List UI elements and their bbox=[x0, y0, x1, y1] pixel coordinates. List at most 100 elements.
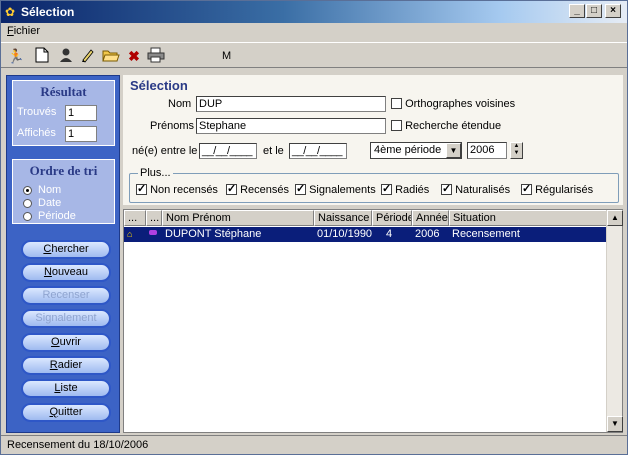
col-header-periode[interactable]: Période bbox=[372, 210, 412, 226]
cell-annee: 2006 bbox=[415, 228, 440, 240]
open-folder-icon[interactable] bbox=[102, 47, 120, 65]
quitter-label: uitter bbox=[58, 406, 83, 418]
menu-fichier-label: ichier bbox=[13, 25, 41, 37]
naturalises-label: Naturalisés bbox=[455, 184, 511, 196]
selection-title: Sélection bbox=[130, 78, 188, 93]
toolbar-label-m[interactable]: M bbox=[222, 50, 231, 62]
col-header-flag2[interactable]: ... bbox=[146, 210, 162, 226]
menu-bar: Fichier bbox=[1, 23, 627, 40]
vertical-scrollbar[interactable]: ▲ ▼ bbox=[606, 210, 623, 432]
radier-button[interactable]: Radier bbox=[21, 356, 111, 375]
trouves-label: Trouvés bbox=[17, 106, 57, 118]
nom-input[interactable]: DUP bbox=[196, 96, 386, 112]
sort-option-periode[interactable]: Période bbox=[23, 210, 76, 222]
naturalises-checkbox[interactable] bbox=[441, 182, 452, 195]
orthographes-checkbox[interactable] bbox=[391, 98, 402, 109]
cell-naissance: 01/10/1990 bbox=[317, 228, 372, 240]
regularises-row[interactable]: Régularisés bbox=[521, 182, 593, 196]
recherche-checkbox[interactable] bbox=[391, 120, 402, 131]
recenses-label: Recensés bbox=[240, 184, 289, 196]
periode-select[interactable]: 4ème période ▼ bbox=[370, 142, 462, 159]
recenser-label: Recenser bbox=[42, 289, 90, 301]
table-row[interactable]: ⌂ DUPONT Stéphane 01/10/1990 4 2006 Rece… bbox=[124, 227, 607, 242]
col-header-naissance[interactable]: Naissance bbox=[314, 210, 372, 226]
scroll-down-icon[interactable]: ▼ bbox=[607, 416, 623, 432]
menu-fichier-mnemonic: F bbox=[7, 25, 14, 37]
chercher-button[interactable]: Chercher bbox=[21, 240, 111, 259]
liste-label: iste bbox=[60, 382, 78, 394]
date-to-input[interactable]: __/__/____ bbox=[289, 143, 347, 159]
radio-nom[interactable] bbox=[23, 185, 32, 195]
affiches-field[interactable]: 1 bbox=[65, 126, 97, 142]
orthographes-checkbox-row[interactable]: Orthographes voisines bbox=[391, 98, 515, 110]
annee-input[interactable]: 2006 bbox=[467, 142, 507, 159]
toolbar: 🏃 ✖ M bbox=[1, 42, 627, 68]
selection-panel: Sélection Nom DUP Prénoms Stephane Ortho… bbox=[123, 75, 623, 205]
person-icon[interactable] bbox=[57, 47, 75, 65]
minimize-button[interactable]: _ bbox=[569, 4, 585, 18]
date-from-input[interactable]: __/__/____ bbox=[199, 143, 257, 159]
spin-up-icon[interactable]: ▲ bbox=[511, 143, 522, 150]
edit-icon[interactable] bbox=[79, 47, 97, 65]
recenser-button[interactable]: Recenser bbox=[21, 286, 111, 305]
non-recenses-row[interactable]: Non recensés bbox=[136, 182, 218, 196]
radio-periode[interactable] bbox=[23, 211, 32, 221]
sort-option-nom[interactable]: Nom bbox=[23, 184, 61, 196]
sort-order-box: Ordre de tri Nom Date Période bbox=[12, 159, 115, 224]
new-document-icon[interactable] bbox=[33, 47, 51, 65]
spin-down-icon[interactable]: ▼ bbox=[511, 150, 522, 157]
delete-x-icon[interactable]: ✖ bbox=[125, 47, 143, 65]
trouves-field[interactable]: 1 bbox=[65, 105, 97, 121]
signalements-label: Signalements bbox=[309, 184, 376, 196]
maximize-button[interactable]: □ bbox=[586, 4, 602, 18]
regularises-checkbox[interactable] bbox=[521, 182, 532, 195]
cell-nom-prenom: DUPONT Stéphane bbox=[165, 228, 262, 240]
printer-icon[interactable] bbox=[147, 47, 165, 65]
ouvrir-button[interactable]: Ouvrir bbox=[21, 333, 111, 352]
ouvrir-mnemonic: O bbox=[51, 336, 60, 348]
ouvrir-label: uvrir bbox=[59, 336, 81, 348]
recenses-checkbox[interactable] bbox=[226, 182, 237, 195]
chevron-down-icon[interactable]: ▼ bbox=[446, 143, 461, 158]
app-icon: ✿ bbox=[5, 5, 16, 19]
naturalises-row[interactable]: Naturalisés bbox=[441, 182, 511, 196]
col-header-nom-prenom[interactable]: Nom Prénom bbox=[162, 210, 314, 226]
plus-label: Plus... bbox=[138, 167, 173, 179]
radio-date[interactable] bbox=[23, 198, 32, 208]
radies-checkbox[interactable] bbox=[381, 182, 392, 195]
cell-periode: 4 bbox=[386, 228, 393, 240]
signalements-checkbox[interactable] bbox=[295, 182, 306, 195]
col-header-situation[interactable]: Situation bbox=[449, 210, 607, 226]
recenses-row[interactable]: Recensés bbox=[226, 182, 289, 196]
radies-row[interactable]: Radiés bbox=[381, 182, 429, 196]
sort-option-date[interactable]: Date bbox=[23, 197, 61, 209]
quitter-button[interactable]: Quitter bbox=[21, 403, 111, 422]
grid-header: ... ... Nom Prénom Naissance Période Ann… bbox=[124, 210, 607, 226]
periode-value: 4ème période bbox=[374, 144, 442, 156]
result-box: Résultat Trouvés 1 Affichés 1 bbox=[12, 80, 115, 146]
window-title: Sélection bbox=[21, 5, 75, 19]
orthographes-label: Orthographes voisines bbox=[405, 98, 516, 110]
running-man-icon[interactable]: 🏃 bbox=[7, 47, 25, 65]
prenoms-input[interactable]: Stephane bbox=[196, 118, 386, 134]
quitter-mnemonic: Q bbox=[49, 406, 59, 418]
annee-spinner[interactable]: ▲ ▼ bbox=[510, 142, 523, 159]
affiches-label: Affichés bbox=[17, 127, 56, 139]
signalement-button[interactable]: Signalement bbox=[21, 309, 111, 328]
close-button[interactable]: × bbox=[605, 4, 621, 18]
col-header-flag1[interactable]: ... bbox=[124, 210, 146, 226]
radier-label: adier bbox=[57, 359, 83, 371]
liste-button[interactable]: Liste bbox=[21, 379, 111, 398]
menu-fichier[interactable]: Fichier bbox=[7, 25, 40, 37]
col-header-annee[interactable]: Année bbox=[412, 210, 449, 226]
record-key-icon: ⌂ bbox=[127, 229, 133, 239]
nouveau-mnemonic: N bbox=[43, 266, 52, 278]
title-bar[interactable]: ✿ Sélection _ □ × bbox=[1, 1, 627, 23]
recherche-checkbox-row[interactable]: Recherche étendue bbox=[391, 120, 501, 132]
non-recenses-checkbox[interactable] bbox=[136, 182, 147, 195]
nouveau-label: ouveau bbox=[51, 266, 89, 278]
nouveau-button[interactable]: Nouveau bbox=[21, 263, 111, 282]
scroll-up-icon[interactable]: ▲ bbox=[607, 210, 623, 226]
signalements-row[interactable]: Signalements bbox=[295, 182, 376, 196]
radio-nom-label: Nom bbox=[38, 184, 62, 196]
